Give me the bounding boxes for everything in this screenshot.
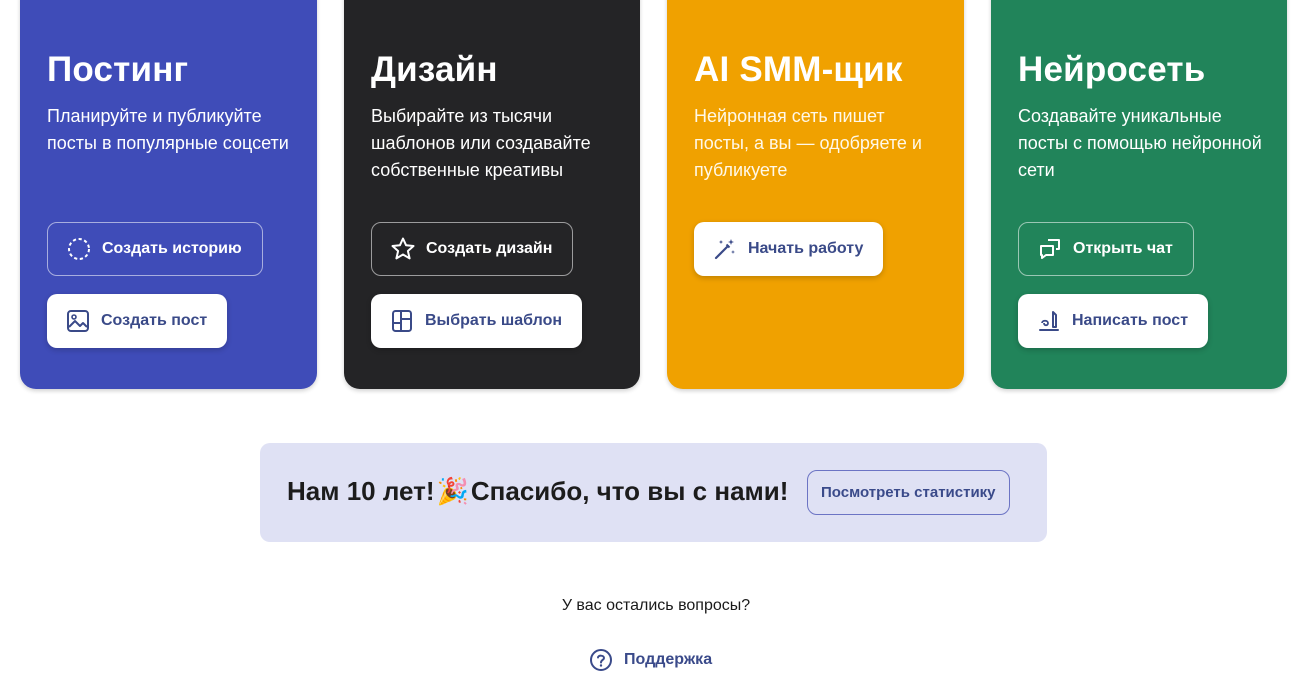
button-label: Создать историю	[102, 240, 242, 257]
questions-text: У вас остались вопросы?	[561, 597, 751, 614]
create-design-button[interactable]: Создать дизайн	[371, 222, 574, 276]
card-description: Выбирайте из тысячи шаблонов или создава…	[371, 106, 591, 180]
view-statistics-button[interactable]: Посмотреть статистику	[807, 470, 1010, 515]
start-work-button[interactable]: Начать работу	[694, 222, 884, 276]
button-label: Создать пост	[101, 312, 208, 329]
banner-text-before: Нам 10 лет!	[287, 476, 435, 506]
image-icon	[65, 308, 91, 334]
feature-cards: Постинг Планируйте и публикуйте посты в …	[0, 0, 1312, 400]
star-icon	[390, 236, 416, 262]
create-story-button[interactable]: Создать историю	[47, 222, 263, 276]
open-chat-button[interactable]: Открыть чат	[1018, 222, 1194, 276]
create-post-button[interactable]: Создать пост	[47, 294, 228, 348]
party-popper-icon: 🎉	[436, 476, 469, 506]
support-label: Поддержка	[624, 651, 713, 668]
anniversary-banner: Нам 10 лет! 🎉 Спасибо, что вы с нами! По…	[260, 443, 1047, 542]
write-post-button[interactable]: Написать пост	[1018, 294, 1209, 348]
button-label: Начать работу	[748, 240, 864, 257]
support-link[interactable]: Поддержка	[589, 647, 712, 673]
button-label: Открыть чат	[1073, 240, 1173, 257]
question-circle-icon	[589, 648, 613, 672]
button-label: Написать пост	[1072, 312, 1189, 329]
chat-icon	[1037, 236, 1063, 262]
button-label: Создать дизайн	[426, 240, 553, 257]
dashed-circle-icon	[66, 236, 92, 262]
magic-wand-icon	[712, 236, 738, 262]
card-description: Создавайте уникальные посты с помощью не…	[1018, 106, 1262, 180]
write-icon	[1036, 308, 1062, 334]
card-title: Постинг	[47, 50, 189, 89]
template-icon	[389, 308, 415, 334]
card-posting: Постинг Планируйте и публикуйте посты в …	[20, 0, 317, 389]
card-title: Нейросеть	[1018, 50, 1206, 89]
banner-text-after: Спасибо, что вы с нами!	[470, 476, 789, 506]
choose-template-button[interactable]: Выбрать шаблон	[371, 294, 582, 348]
card-design: Дизайн Выбирайте из тысячи шаблонов или …	[344, 0, 640, 389]
card-title: Дизайн	[371, 50, 498, 89]
card-neural: Нейросеть Создавайте уникальные посты с …	[991, 0, 1287, 389]
banner-text: Нам 10 лет! 🎉 Спасибо, что вы с нами!	[287, 476, 788, 507]
card-ai-smm: AI SMM-щик Нейронная сеть пишет посты, а…	[667, 0, 964, 389]
card-description: Планируйте и публикуйте посты в популярн…	[47, 106, 289, 153]
button-label: Выбрать шаблон	[425, 312, 562, 329]
card-description: Нейронная сеть пишет посты, а вы — одобр…	[694, 106, 922, 180]
card-title: AI SMM-щик	[694, 50, 903, 89]
